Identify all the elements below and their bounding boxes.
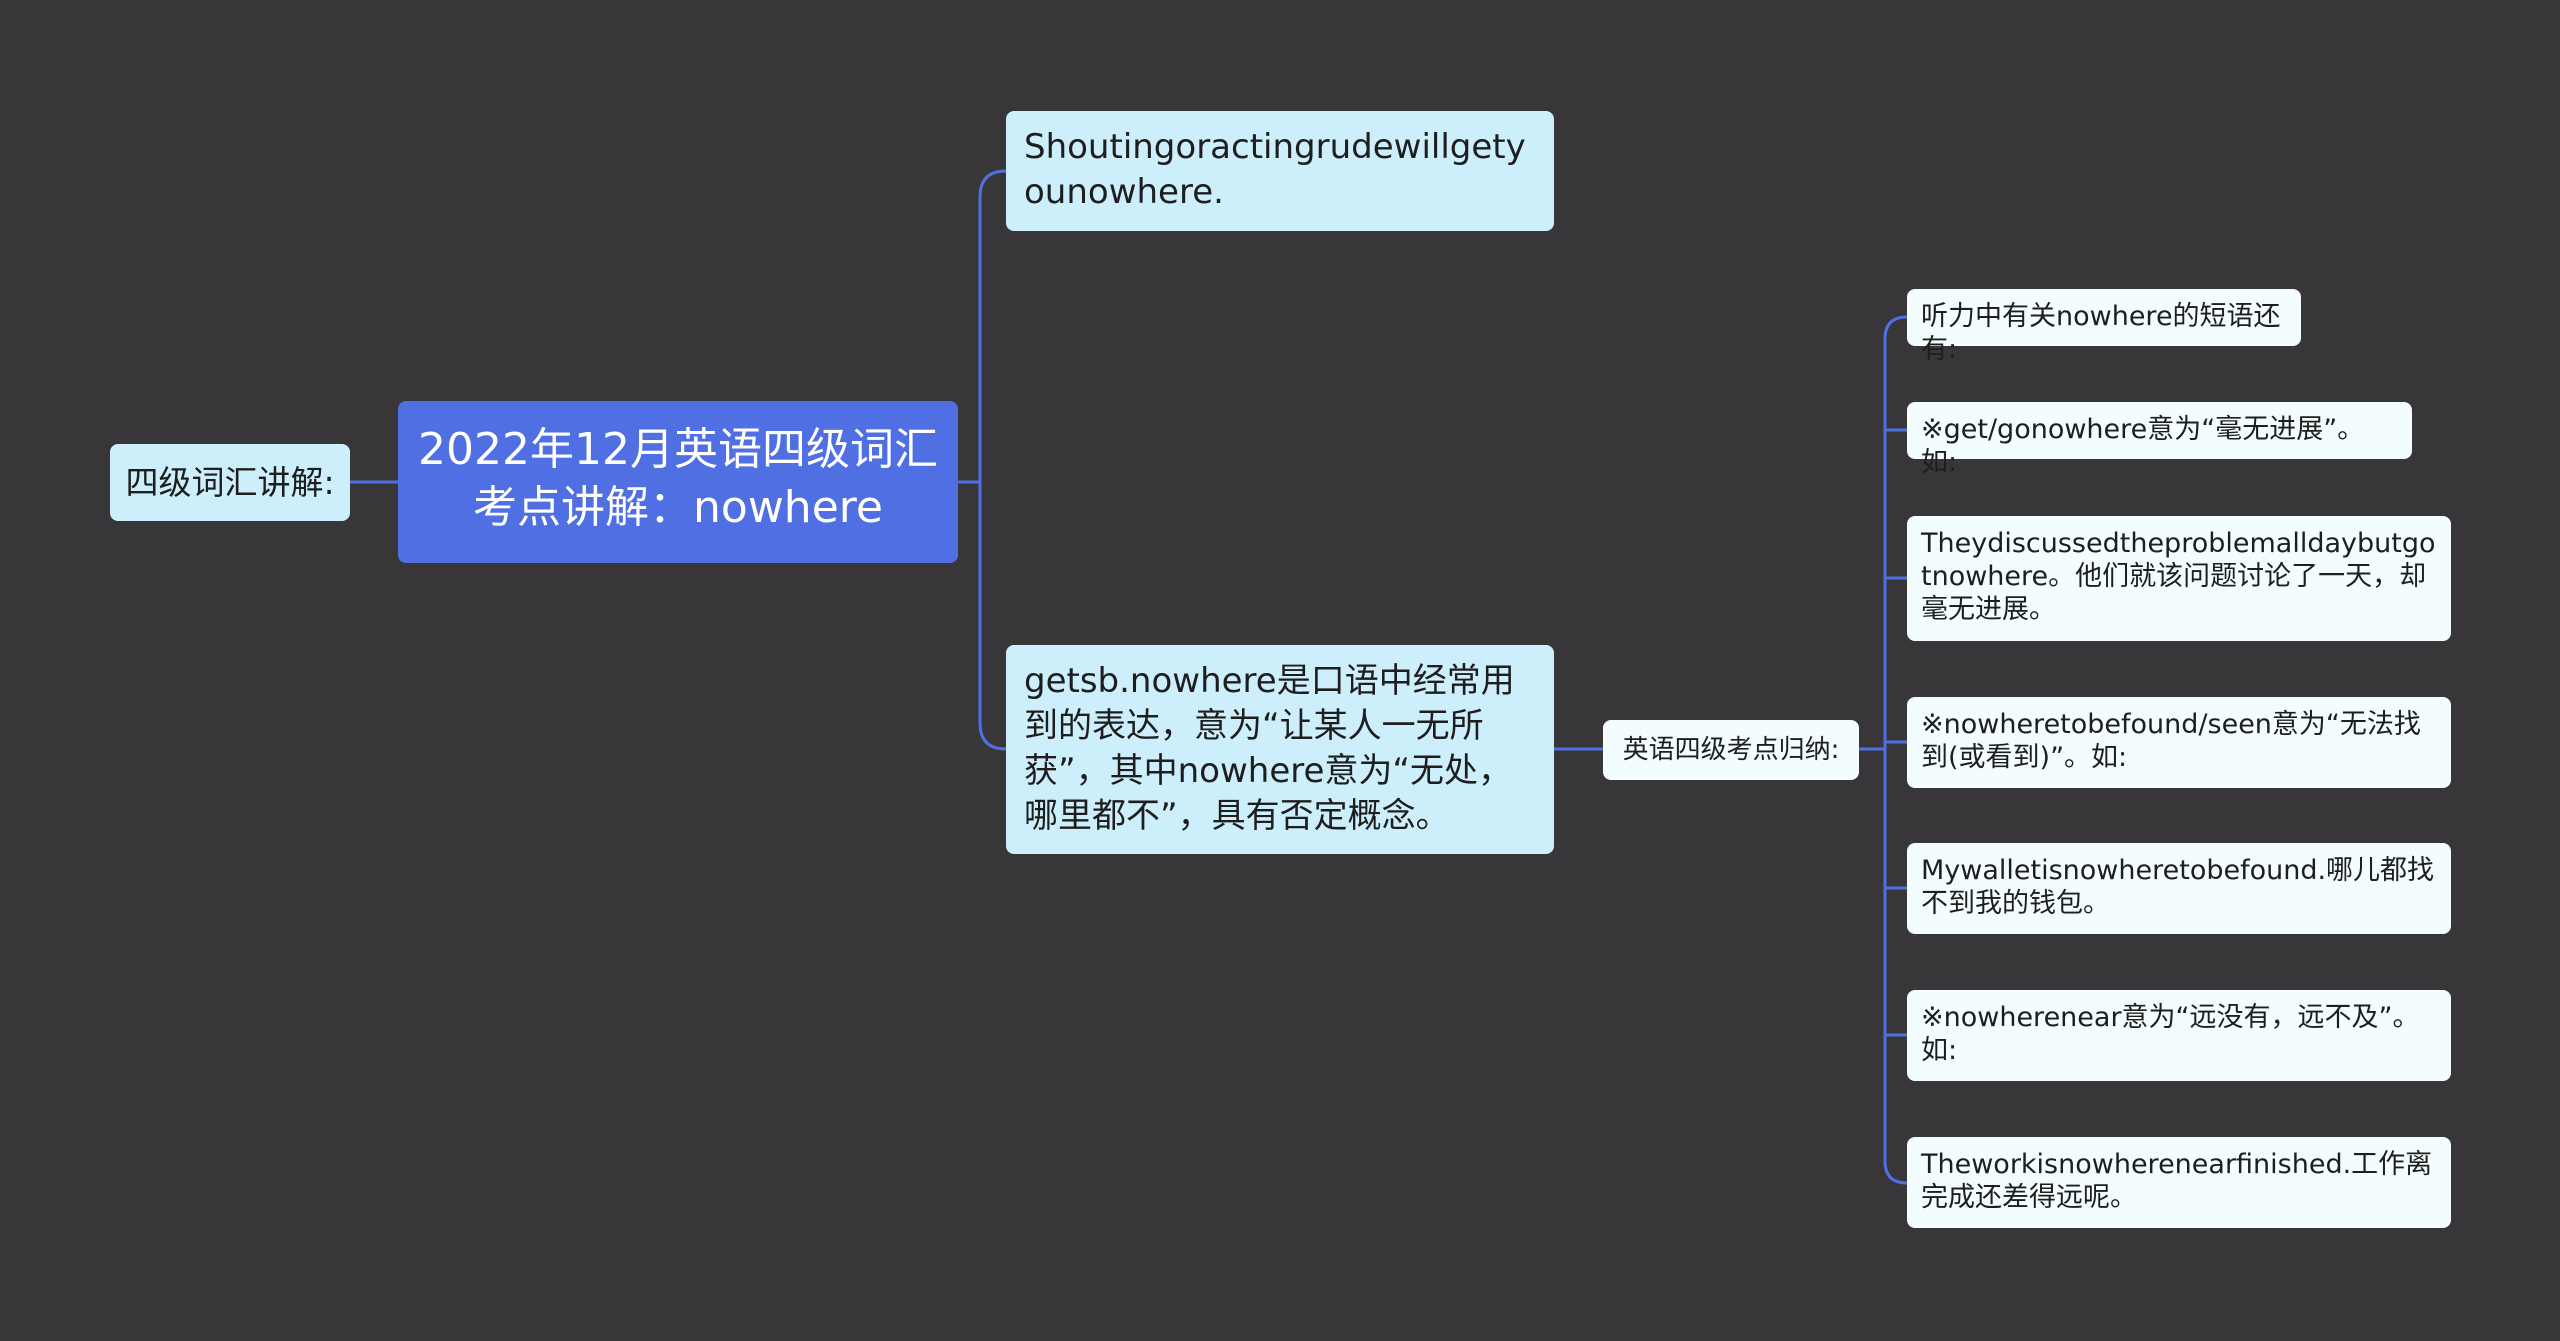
summary-topic[interactable]: 英语四级考点归纳:: [1603, 720, 1859, 780]
mindmap-canvas: 四级词汇讲解: 2022年12月英语四级词汇考点讲解：nowhere Shout…: [0, 0, 2560, 1341]
connector-branch-spine: [978, 169, 1007, 751]
left-topic-label[interactable]: 四级词汇讲解:: [110, 444, 350, 521]
leaf-phrases-intro[interactable]: 听力中有关nowhere的短语还有:: [1907, 289, 2301, 365]
branch-example-sentence[interactable]: Shoutingoractingrudewillgetyounowhere.: [1006, 111, 1554, 231]
leaf-nowhere-to-be-found[interactable]: ※nowheretobefound/seen意为“无法找到(或看到)”。如:: [1907, 697, 2451, 788]
leaf-nowhere-near[interactable]: ※nowherenear意为“远没有，远不及”。如:: [1907, 990, 2451, 1081]
root-topic[interactable]: 2022年12月英语四级词汇考点讲解：nowhere: [398, 401, 958, 563]
connector-leaf-spine: [1883, 315, 1908, 1185]
leaf-nowhere-near-example[interactable]: Theworkisnowherenearfinished.工作离完成还差得远呢。: [1907, 1137, 2451, 1228]
leaf-get-nowhere-example[interactable]: Theydiscussedtheproblemalldaybutgotnowhe…: [1907, 516, 2451, 641]
leaf-get-nowhere[interactable]: ※get/gonowhere意为“毫无进展”。如:: [1907, 402, 2412, 478]
branch-explanation[interactable]: getsb.nowhere是口语中经常用到的表达，意为“让某人一无所获”，其中n…: [1006, 645, 1554, 854]
leaf-nowhere-to-be-found-example[interactable]: Mywalletisnowheretobefound.哪儿都找不到我的钱包。: [1907, 843, 2451, 934]
